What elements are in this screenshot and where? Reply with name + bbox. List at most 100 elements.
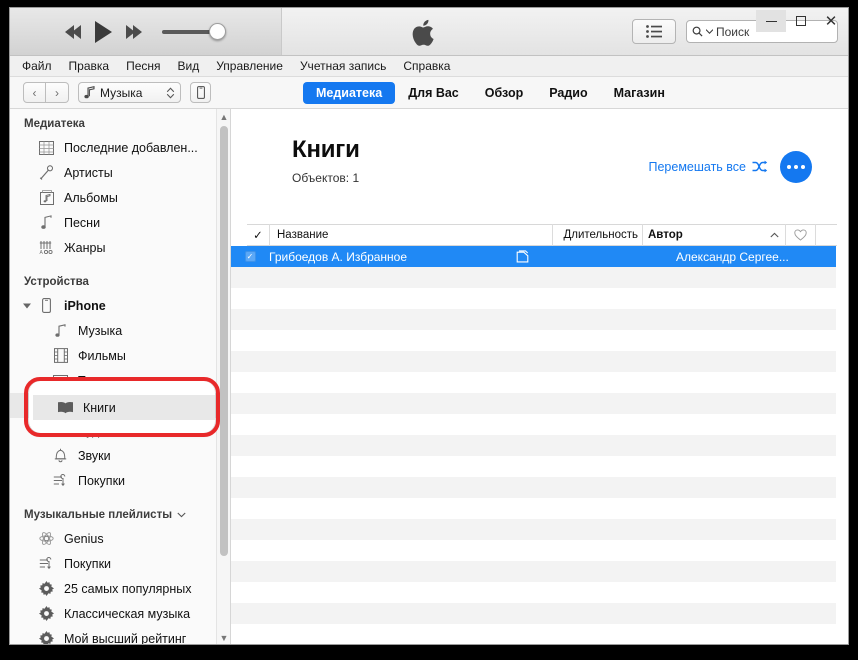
genius-icon <box>38 530 55 547</box>
scroll-up-icon[interactable]: ▲ <box>217 109 230 124</box>
table-row[interactable]: ✓ Грибоедов А. Избранное Александр Серге… <box>231 246 836 267</box>
menu-item-edit[interactable]: Правка <box>69 59 110 73</box>
sidebar-item-genres[interactable]: A Жанры <box>10 235 230 260</box>
main-content: Книги Объектов: 1 Перемешать все ✓ Назва… <box>231 109 848 644</box>
shuffle-all-button[interactable]: Перемешать все <box>648 160 768 174</box>
minimize-button[interactable] <box>756 10 786 32</box>
table-row[interactable] <box>231 603 836 624</box>
source-dropdown[interactable]: Музыка <box>78 82 181 103</box>
menu-item-file[interactable]: Файл <box>22 59 52 73</box>
row-title: Грибоедов А. Избранное <box>269 249 408 264</box>
purchases-icon <box>38 555 55 572</box>
sidebar-item-my-top-rated[interactable]: Мой высший рейтинг <box>10 626 230 644</box>
annotation-red-rectangle <box>24 377 220 437</box>
table-row[interactable] <box>231 477 836 498</box>
sidebar-item-label: Genius <box>64 531 104 546</box>
row-checkbox[interactable]: ✓ <box>231 251 269 262</box>
sidebar-item-artists[interactable]: Артисты <box>10 160 230 185</box>
menubar: Файл Правка Песня Вид Управление Учетная… <box>10 56 848 77</box>
sidebar-item-device-purchases[interactable]: Покупки <box>10 468 230 493</box>
chevron-down-icon <box>177 512 186 518</box>
sidebar-item-label: Фильмы <box>78 348 126 363</box>
sidebar-item-label: Артисты <box>64 165 113 180</box>
rewind-icon[interactable] <box>65 24 81 39</box>
item-count: Объектов: 1 <box>292 171 360 185</box>
menu-item-song[interactable]: Песня <box>126 59 160 73</box>
sidebar-item-recently-added[interactable]: Последние добавлен... <box>10 135 230 160</box>
sidebar-item-albums[interactable]: Альбомы <box>10 185 230 210</box>
sidebar-item-label: Последние добавлен... <box>64 140 198 155</box>
iphone-icon <box>38 297 55 314</box>
scroll-down-icon[interactable]: ▼ <box>217 630 230 644</box>
volume-slider[interactable] <box>162 23 226 40</box>
sidebar-item-label: Песни <box>64 215 101 230</box>
purchases-icon <box>52 472 69 489</box>
film-icon <box>52 347 69 364</box>
sidebar-item-label: Музыка <box>78 323 123 338</box>
sidebar-section-playlists-header[interactable]: Музыкальные плейлисты <box>10 493 230 526</box>
menu-item-view[interactable]: Вид <box>178 59 200 73</box>
table-row[interactable] <box>231 561 836 582</box>
table-row[interactable] <box>231 540 836 561</box>
tab-library[interactable]: Медиатека <box>303 81 396 104</box>
shuffle-icon <box>752 160 768 173</box>
table-row[interactable] <box>231 414 836 435</box>
disclosure-triangle-icon[interactable] <box>23 303 31 308</box>
table-row[interactable] <box>231 351 836 372</box>
table-row[interactable] <box>231 582 836 603</box>
table-row[interactable] <box>231 309 836 330</box>
sidebar-item-songs[interactable]: Песни <box>10 210 230 235</box>
sidebar-item-playlist-purchases[interactable]: Покупки <box>10 551 230 576</box>
tab-for-you[interactable]: Для Вас <box>395 82 472 104</box>
close-button[interactable]: ✕ <box>816 10 846 32</box>
navbar: ‹ › Музыка Медиатека Для Вас Обзор Радио… <box>10 77 848 109</box>
table-header: ✓ Название Длительность Автор <box>247 224 837 246</box>
tab-store[interactable]: Магазин <box>601 82 678 104</box>
table-row[interactable] <box>231 267 836 288</box>
row-author: Александр Сергее... <box>676 249 789 264</box>
table-row[interactable] <box>231 498 836 519</box>
column-header-author[interactable]: Автор <box>642 224 785 246</box>
fast-forward-icon[interactable] <box>126 24 142 39</box>
sidebar-item-label: Покупки <box>64 556 112 571</box>
sidebar-item-device-music[interactable]: Музыка <box>10 318 230 343</box>
sidebar-item-top-25[interactable]: 25 самых популярных <box>10 576 230 601</box>
chevron-right-icon[interactable]: › <box>46 82 69 103</box>
chevron-left-icon[interactable]: ‹ <box>23 82 46 103</box>
table-row[interactable] <box>231 288 836 309</box>
sidebar-scrollbar[interactable]: ▲ ▼ <box>216 109 230 644</box>
table-row[interactable] <box>231 330 836 351</box>
sidebar-section-devices-header: Устройства <box>24 276 89 288</box>
table-row[interactable] <box>231 456 836 477</box>
search-placeholder: Поиск <box>716 24 750 39</box>
tab-radio[interactable]: Радио <box>536 82 600 104</box>
maximize-button[interactable] <box>786 10 816 32</box>
play-icon[interactable] <box>95 20 112 43</box>
chevron-updown-icon <box>166 86 175 99</box>
sidebar-item-label: Звуки <box>78 448 111 463</box>
microphone-icon <box>38 164 55 181</box>
column-header-name[interactable]: Название <box>269 224 552 246</box>
sidebar-item-label: 25 самых популярных <box>64 581 192 596</box>
iphone-icon[interactable] <box>190 82 211 103</box>
sidebar-item-genius[interactable]: Genius <box>10 526 230 551</box>
nav-arrows: ‹ › <box>23 82 69 103</box>
table-row[interactable] <box>231 519 836 540</box>
list-view-icon[interactable] <box>632 19 676 44</box>
menu-item-help[interactable]: Справка <box>403 59 450 73</box>
scrollbar-thumb[interactable] <box>220 126 228 556</box>
column-header-duration[interactable]: Длительность <box>552 224 642 246</box>
table-row[interactable] <box>231 435 836 456</box>
menu-item-account[interactable]: Учетная запись <box>300 59 386 73</box>
tab-browse[interactable]: Обзор <box>472 82 536 104</box>
sidebar-item-iphone[interactable]: iPhone <box>10 293 230 318</box>
sidebar-item-classical[interactable]: Классическая музыка <box>10 601 230 626</box>
table-row[interactable] <box>231 393 836 414</box>
menu-item-controls[interactable]: Управление <box>216 59 283 73</box>
sidebar-item-device-tones[interactable]: Звуки <box>10 443 230 468</box>
sidebar-item-device-movies[interactable]: Фильмы <box>10 343 230 368</box>
column-header-check[interactable]: ✓ <box>247 224 269 246</box>
more-options-button[interactable] <box>780 151 812 183</box>
table-row[interactable] <box>231 372 836 393</box>
column-header-love[interactable] <box>785 224 815 246</box>
